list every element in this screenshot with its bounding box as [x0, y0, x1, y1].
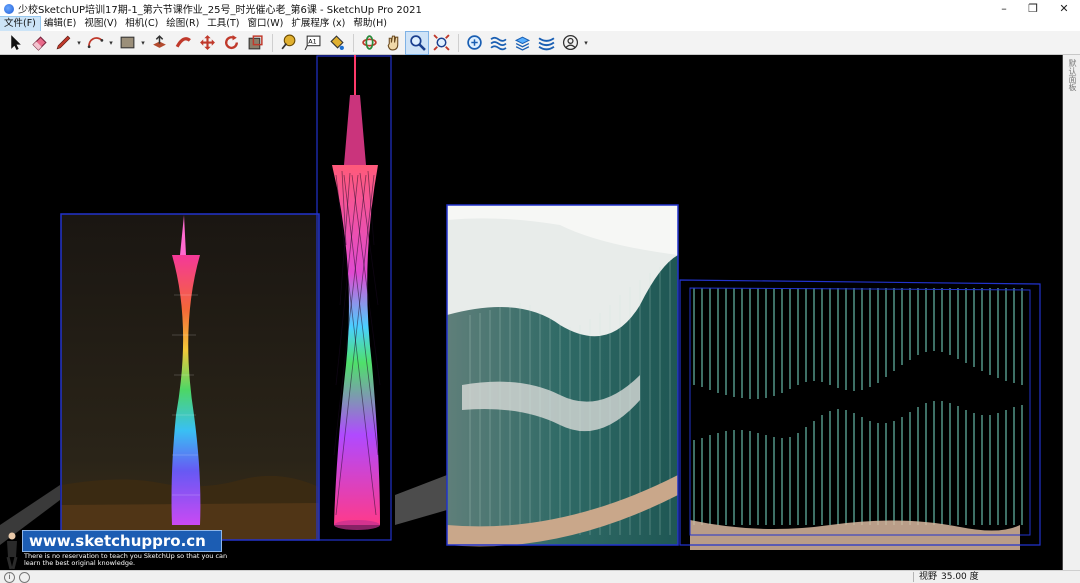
- geo-location-icon[interactable]: i: [4, 571, 15, 583]
- text-tool-label: A1: [308, 38, 316, 46]
- paint-bucket-icon: [329, 35, 344, 50]
- extension-layers-icon: [514, 36, 530, 51]
- model-viewport[interactable]: [0, 55, 1063, 570]
- warehouse-tool-button[interactable]: [463, 32, 485, 54]
- title-bar: 少校SketchUP培训17期-1_第六节课作业_25号_时光催心老_第6课 -…: [0, 0, 1080, 17]
- menu-draw[interactable]: 绘图(R): [162, 17, 203, 31]
- arc-tool-dropdown-icon[interactable]: ▾: [108, 39, 114, 47]
- orbit-tool-button[interactable]: [358, 32, 380, 54]
- rectangle-icon: [120, 36, 134, 49]
- eraser-tool-button[interactable]: [28, 32, 50, 54]
- credits-icon[interactable]: [19, 571, 30, 583]
- status-bar: i 视野 35.00 度: [0, 570, 1080, 583]
- rotate-icon: [224, 35, 238, 50]
- ground-plane-mid: [395, 475, 447, 525]
- magnifier-icon: [409, 35, 426, 51]
- shape-tool-dropdown-icon[interactable]: ▾: [140, 39, 146, 47]
- push-pull-tool-button[interactable]: [148, 32, 170, 54]
- menu-file[interactable]: 文件(F): [0, 16, 41, 32]
- 3d-warehouse-icon: [466, 35, 482, 50]
- menu-edit[interactable]: 编辑(E): [40, 17, 80, 31]
- default-tray-collapsed[interactable]: 默认面板: [1063, 55, 1080, 570]
- shape-tool-button[interactable]: [116, 32, 138, 54]
- pan-tool-button[interactable]: [382, 32, 404, 54]
- move-icon: [199, 35, 215, 50]
- user-icon: [562, 34, 578, 51]
- menu-tools[interactable]: 工具(T): [203, 17, 243, 31]
- menu-help[interactable]: 帮助(H): [349, 17, 391, 31]
- orbit-icon: [361, 35, 377, 50]
- push-pull-icon: [152, 35, 166, 48]
- tape-measure-tool-button[interactable]: [277, 32, 299, 54]
- extension-tool-3-button[interactable]: [535, 32, 557, 54]
- select-tool-button[interactable]: [4, 32, 26, 54]
- scale-icon: [248, 35, 263, 50]
- arrow-cursor-icon: [10, 35, 21, 50]
- menu-view[interactable]: 视图(V): [80, 17, 121, 31]
- account-dropdown-icon[interactable]: ▾: [583, 39, 589, 47]
- interior-wave-photo[interactable]: [446, 204, 679, 547]
- move-tool-button[interactable]: [196, 32, 218, 54]
- toolbar-separator: [353, 33, 354, 52]
- tower-mesh-model[interactable]: [316, 55, 392, 541]
- large-toolset-toolbar: ▾ ▾ ▾ A1 ▾: [0, 30, 1080, 55]
- sketchup-logo-icon: [4, 3, 14, 14]
- zoom-extents-tool-button[interactable]: [430, 32, 452, 54]
- default-tray-label[interactable]: 默认面板: [1067, 59, 1078, 91]
- text-label-icon: A1: [304, 35, 320, 51]
- extension-tool-1-button[interactable]: [487, 32, 509, 54]
- status-divider: [913, 572, 914, 582]
- text-tool-button[interactable]: A1: [301, 32, 323, 54]
- tape-measure-icon: [280, 34, 295, 50]
- zoom-extents-icon: [432, 34, 450, 51]
- canton-tower-photo[interactable]: [60, 213, 320, 541]
- line-tool-dropdown-icon[interactable]: ▾: [76, 39, 82, 47]
- extension-ribbon-icon: [538, 37, 554, 51]
- measurements-label: 视野: [919, 572, 938, 582]
- toolbar-separator: [458, 33, 459, 52]
- menu-camera[interactable]: 相机(C): [121, 17, 162, 31]
- pencil-icon: [56, 35, 70, 50]
- eraser-icon: [31, 36, 47, 51]
- arc-tool-button[interactable]: [84, 32, 106, 54]
- wave-strings-model[interactable]: [679, 279, 1041, 550]
- presenter-figure-icon: [6, 532, 18, 569]
- scale-tool-button[interactable]: [244, 32, 266, 54]
- window-title: 少校SketchUP培训17期-1_第六节课作业_25号_时光催心老_第6课 -…: [18, 5, 422, 16]
- scene-canvas[interactable]: [0, 55, 1063, 570]
- hand-icon: [387, 35, 398, 51]
- rotate-tool-button[interactable]: [220, 32, 242, 54]
- measurements-value[interactable]: 35.00 度: [941, 571, 979, 583]
- paint-bucket-tool-button[interactable]: [325, 32, 347, 54]
- line-tool-button[interactable]: [52, 32, 74, 54]
- extension-waves-icon: [489, 36, 507, 51]
- menu-bar: 文件(F) 编辑(E) 视图(V) 相机(C) 绘图(R) 工具(T) 窗口(W…: [0, 16, 1080, 32]
- toolbar-separator: [272, 33, 273, 52]
- arc-icon: [87, 37, 103, 49]
- extension-tool-2-button[interactable]: [511, 32, 533, 54]
- account-tool-button[interactable]: [559, 32, 581, 54]
- watermark-url: www.sketchuppro.cn: [22, 530, 222, 552]
- watermark-badge: www.sketchuppro.cn There is no reservati…: [2, 527, 227, 570]
- menu-extensions[interactable]: 扩展程序 (x): [287, 17, 349, 31]
- watermark-tagline: There is no reservation to teach you Ske…: [24, 552, 228, 567]
- follow-me-tool-button[interactable]: [172, 32, 194, 54]
- menu-window[interactable]: 窗口(W): [244, 17, 288, 31]
- follow-me-icon: [175, 37, 191, 48]
- close-button[interactable]: ✕: [1044, 0, 1080, 17]
- zoom-tool-button[interactable]: [405, 30, 429, 55]
